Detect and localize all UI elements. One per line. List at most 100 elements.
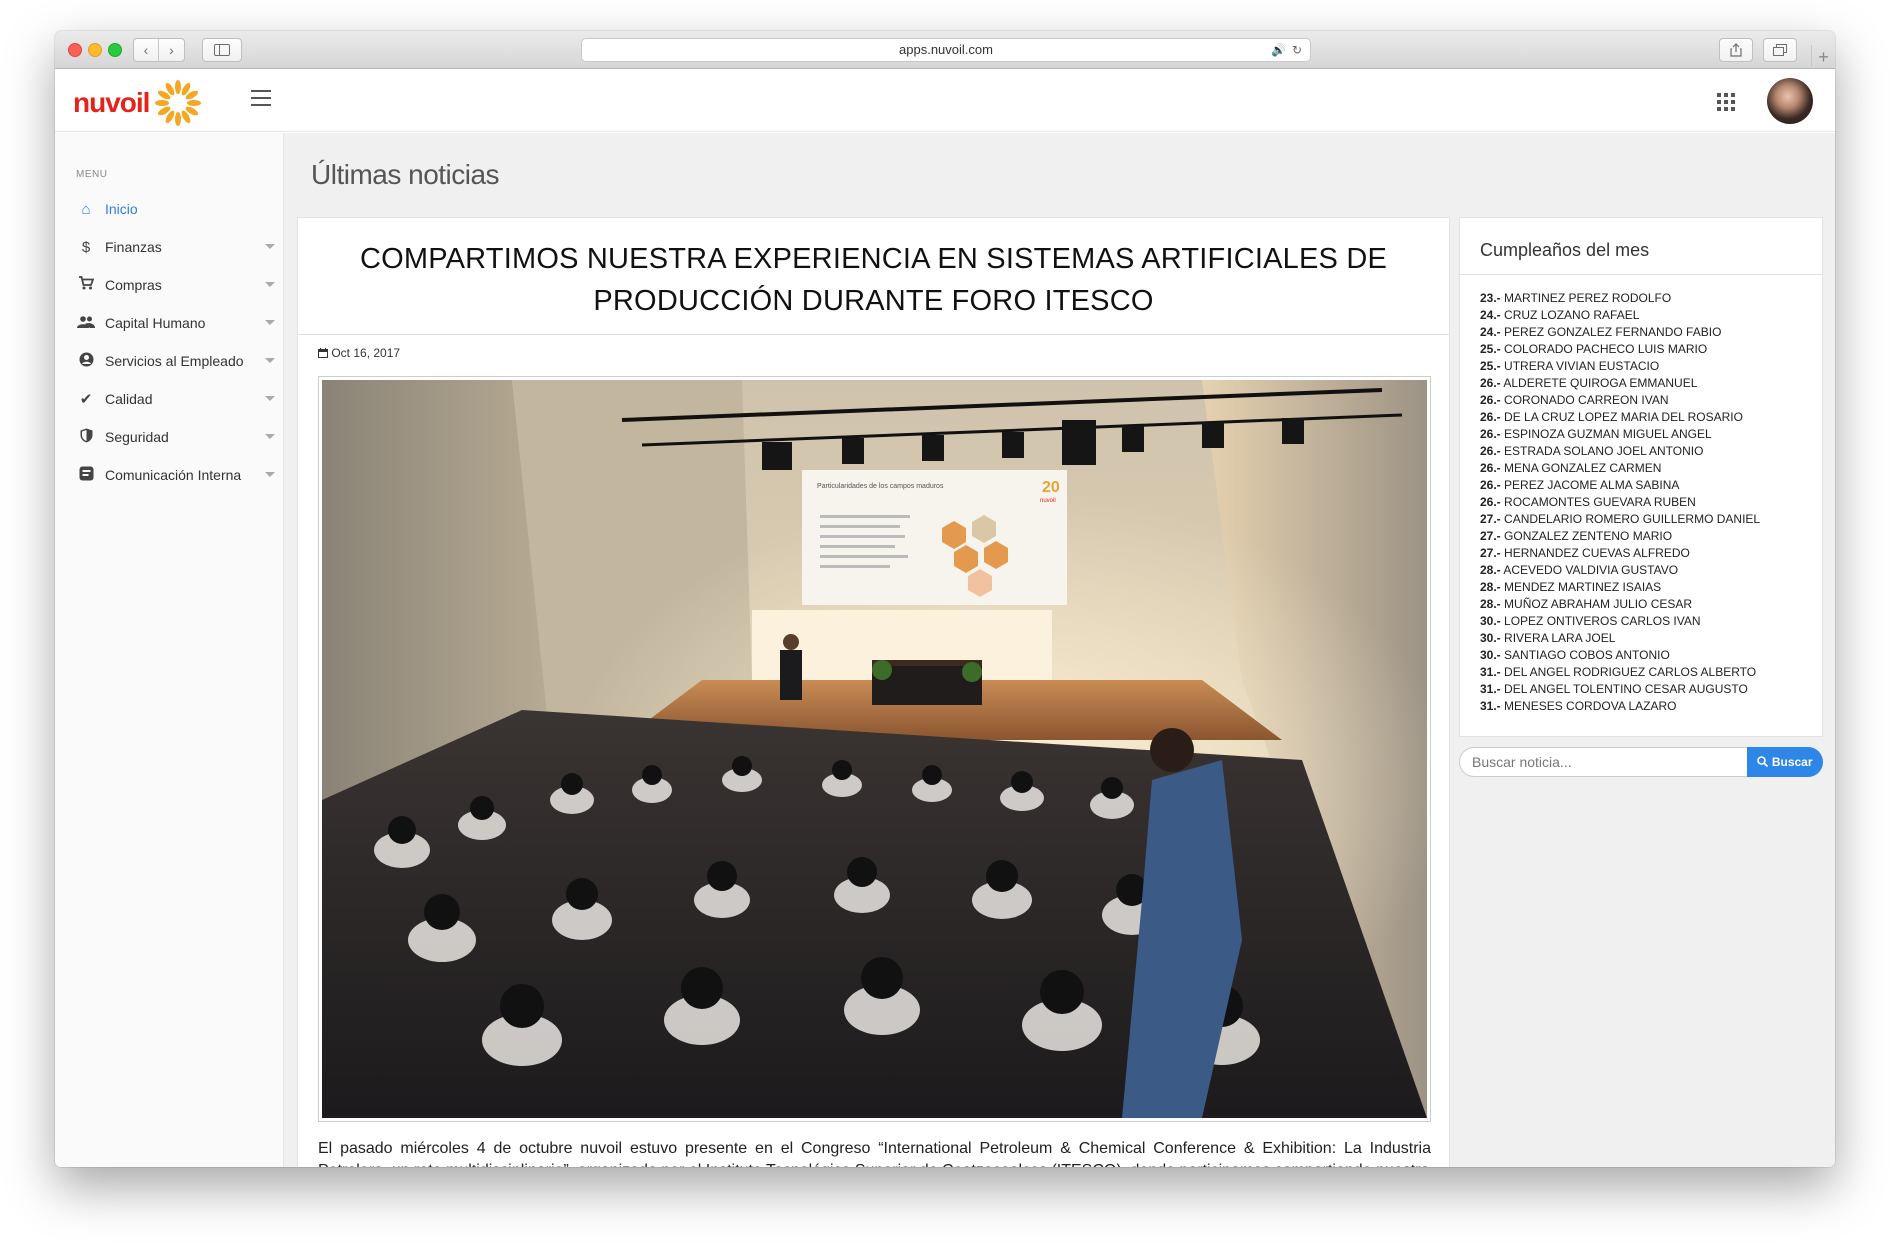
reload-icon[interactable]: ↻ <box>1292 43 1302 57</box>
birthday-name: ACEVEDO VALDIVIA GUSTAVO <box>1503 563 1679 577</box>
birthday-day: 26.- <box>1480 478 1501 492</box>
forward-button[interactable]: › <box>159 39 184 61</box>
birthday-name: MUÑOZ ABRAHAM JULIO CESAR <box>1504 597 1693 611</box>
birthday-item: 27.- CANDELARIO ROMERO GUILLERMO DANIEL <box>1480 511 1760 528</box>
sidebar-item-label: Finanzas <box>105 239 162 255</box>
divider <box>298 334 1449 335</box>
app-header: nuvoil <box>55 70 1835 132</box>
birthday-day: 26.- <box>1480 495 1501 509</box>
user-avatar[interactable] <box>1767 78 1813 124</box>
birthday-name: CRUZ LOZANO RAFAEL <box>1504 308 1640 322</box>
sidebar-item-label: Comunicación Interna <box>105 467 242 483</box>
history-nav: ‹ › <box>133 38 185 62</box>
hamburger-icon[interactable] <box>251 90 271 111</box>
blog-icon <box>75 466 97 485</box>
auditorium-photo: Particularidades de los campos maduros 2… <box>322 380 1427 1118</box>
slide-title-text: Particularidades de los campos maduros <box>817 483 944 490</box>
birthday-day: 24.- <box>1480 308 1501 322</box>
birthday-item: 24.- PEREZ GONZALEZ FERNANDO FABIO <box>1480 324 1760 341</box>
birthday-item: 26.- DE LA CRUZ LOPEZ MARIA DEL ROSARIO <box>1480 409 1760 426</box>
birthday-item: 30.- SANTIAGO COBOS ANTONIO <box>1480 647 1760 664</box>
browser-toolbar: ‹ › apps.nuvoil.com 🔊 ↻ + <box>55 31 1835 69</box>
new-tab-button[interactable]: + <box>1811 45 1835 69</box>
birthdays-list: 23.- MARTINEZ PEREZ RODOLFO 24.- CRUZ LOZ… <box>1480 290 1760 715</box>
page-title: Últimas noticias <box>311 159 500 190</box>
show-tabs-button[interactable] <box>1763 38 1797 62</box>
dollar-icon: $ <box>81 238 91 256</box>
birthday-name: MARTINEZ PEREZ RODOLFO <box>1504 291 1672 305</box>
back-button[interactable]: ‹ <box>134 39 159 61</box>
birthday-name: UTRERA VIVIAN EUSTACIO <box>1504 359 1660 373</box>
sidebar-item-comunicacion-interna[interactable]: Comunicación Interna <box>75 462 275 488</box>
address-bar[interactable]: apps.nuvoil.com 🔊 ↻ <box>581 38 1311 62</box>
birthday-name: COLORADO PACHECO LUIS MARIO <box>1504 342 1708 356</box>
article-date-text: Oct 16, 2017 <box>331 346 401 360</box>
birthday-day: 26.- <box>1480 461 1501 475</box>
birthday-item: 30.- LOPEZ ONTIVEROS CARLOS IVAN <box>1480 613 1760 630</box>
menu-heading: MENU <box>76 169 108 180</box>
sidebar-item-servicios-al-empleado[interactable]: Servicios al Empleado <box>75 348 275 374</box>
caret-down-icon <box>265 396 275 401</box>
sidebar-icon <box>214 44 230 56</box>
divider <box>1460 274 1822 275</box>
birthday-day: 26.- <box>1480 427 1501 441</box>
birthday-item: 24.- CRUZ LOZANO RAFAEL <box>1480 307 1760 324</box>
caret-down-icon <box>265 320 275 325</box>
slide-badge-text: 20 <box>1042 479 1060 496</box>
birthday-item: 23.- MARTINEZ PEREZ RODOLFO <box>1480 290 1760 307</box>
speaker-icon[interactable]: 🔊 <box>1271 43 1286 57</box>
birthday-item: 26.- ESPINOZA GUZMAN MIGUEL ANGEL <box>1480 426 1760 443</box>
birthday-day: 28.- <box>1480 563 1501 577</box>
birthday-name: CORONADO CARREON IVAN <box>1504 393 1669 407</box>
birthday-item: 30.- RIVERA LARA JOEL <box>1480 630 1760 647</box>
search-button-label: Buscar <box>1771 755 1813 769</box>
people-icon <box>75 315 97 332</box>
birthday-item: 25.- COLORADO PACHECO LUIS MARIO <box>1480 341 1760 358</box>
url-text: apps.nuvoil.com <box>899 42 993 57</box>
search-button[interactable]: Buscar <box>1747 747 1823 777</box>
calendar-icon <box>318 348 328 358</box>
sidebar-item-capital-humano[interactable]: Capital Humano <box>75 310 275 336</box>
news-search: Buscar <box>1459 747 1823 777</box>
birthday-day: 26.- <box>1480 410 1501 424</box>
sidebar-item-label: Calidad <box>105 391 153 407</box>
home-icon: ⌂ <box>81 200 91 218</box>
zoom-window-button[interactable] <box>108 43 122 57</box>
birthday-name: RIVERA LARA JOEL <box>1504 631 1616 645</box>
birthday-name: HERNANDEZ CUEVAS ALFREDO <box>1504 546 1690 560</box>
sidebar-item-compras[interactable]: Compras <box>75 272 275 298</box>
sidebar-toggle-button[interactable] <box>202 38 242 62</box>
close-window-button[interactable] <box>68 43 82 57</box>
caret-down-icon <box>265 358 275 363</box>
browser-window: ‹ › apps.nuvoil.com 🔊 ↻ + nuvoil MENU ⌂ … <box>55 31 1835 1167</box>
birthdays-panel: Cumpleaños del mes 23.- MARTINEZ PEREZ R… <box>1459 217 1823 737</box>
birthday-day: 30.- <box>1480 631 1501 645</box>
account-icon <box>75 352 97 371</box>
birthday-item: 31.- DEL ANGEL TOLENTINO CESAR AUGUSTO <box>1480 681 1760 698</box>
share-icon <box>1730 43 1742 57</box>
birthday-day: 26.- <box>1480 444 1501 458</box>
sidebar-menu: MENU ⌂ Inicio $ Finanzas Compras Capital… <box>55 133 284 1167</box>
nuvoil-logo[interactable]: nuvoil <box>73 78 203 128</box>
sidebar-item-seguridad[interactable]: Seguridad <box>75 424 275 450</box>
birthday-day: 27.- <box>1480 529 1501 543</box>
birthday-name: MENDEZ MARTINEZ ISAIAS <box>1504 580 1662 594</box>
apps-grid-icon[interactable] <box>1717 93 1735 111</box>
birthday-item: 31.- MENESES CORDOVA LAZARO <box>1480 698 1760 715</box>
news-article: COMPARTIMOS NUESTRA EXPERIENCIA EN SISTE… <box>297 217 1450 1167</box>
sidebar-item-finanzas[interactable]: $ Finanzas <box>75 234 275 260</box>
sidebar-item-label: Compras <box>105 277 162 293</box>
birthday-item: 26.- ALDERETE QUIROGA EMMANUEL <box>1480 375 1760 392</box>
article-image[interactable]: Particularidades de los campos maduros 2… <box>318 376 1431 1122</box>
birthdays-title: Cumpleaños del mes <box>1480 240 1650 260</box>
tabs-icon <box>1773 44 1787 56</box>
birthday-name: LOPEZ ONTIVEROS CARLOS IVAN <box>1504 614 1701 628</box>
birthday-item: 26.- ROCAMONTES GUEVARA RUBEN <box>1480 494 1760 511</box>
share-button[interactable] <box>1719 38 1753 62</box>
sidebar-item-calidad[interactable]: ✔ Calidad <box>75 386 275 412</box>
sidebar-item-inicio[interactable]: ⌂ Inicio <box>75 196 275 222</box>
minimize-window-button[interactable] <box>88 43 102 57</box>
search-news-input[interactable] <box>1459 747 1749 777</box>
article-title[interactable]: COMPARTIMOS NUESTRA EXPERIENCIA EN SISTE… <box>298 238 1449 322</box>
birthday-name: DE LA CRUZ LOPEZ MARIA DEL ROSARIO <box>1504 410 1743 424</box>
